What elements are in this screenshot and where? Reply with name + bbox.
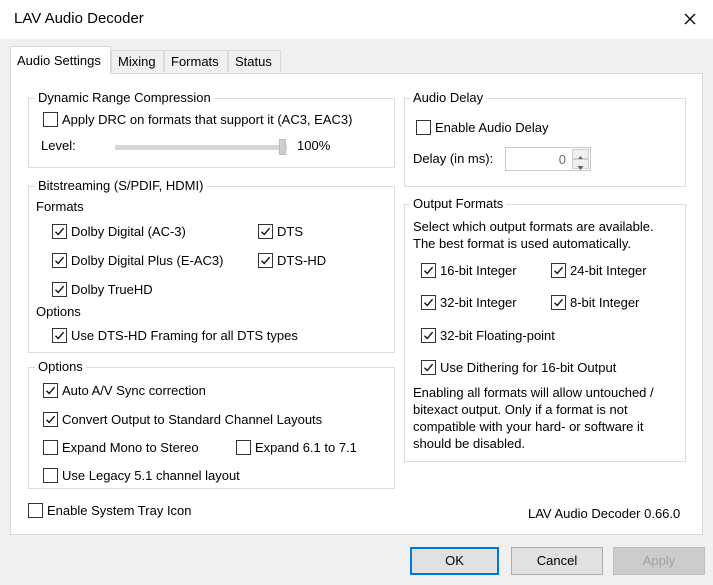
checkbox-box [43,440,58,455]
checkbox-box [421,328,436,343]
options-group-title: Options [35,359,86,374]
auto-av-sync-label: Auto A/V Sync correction [62,383,206,398]
output-formats-note-3: compatible with your hard- or software i… [413,419,644,434]
checkbox-box [43,412,58,427]
audio-delay-group [404,98,686,187]
8bit-integer-label: 8-bit Integer [570,295,640,310]
delay-spinbox[interactable]: 0 [505,147,591,171]
checkbox-box [43,468,58,483]
32bit-float-label: 32-bit Floating-point [440,328,555,343]
legacy-51-label: Use Legacy 5.1 channel layout [62,468,240,483]
16bit-integer-label: 16-bit Integer [440,263,517,278]
tab-mixing[interactable]: Mixing [111,50,164,72]
checkbox-box [258,253,273,268]
checkbox-box [551,263,566,278]
window-title: LAV Audio Decoder [14,10,144,27]
output-formats-note-4: should be disabled. [413,436,526,451]
delay-label: Delay (in ms): [413,151,494,166]
checkbox-box [416,120,431,135]
spin-down-button[interactable] [572,159,589,170]
ok-button[interactable]: OK [410,547,499,575]
32bit-integer-label: 32-bit Integer [440,295,517,310]
system-tray-label: Enable System Tray Icon [47,503,192,518]
expand-61-label: Expand 6.1 to 7.1 [255,440,357,455]
checkbox-box [43,112,58,127]
drc-level-slider[interactable] [115,145,287,150]
checkbox-box [551,295,566,310]
drc-level-label: Level: [41,138,76,153]
output-formats-group-title: Output Formats [410,196,507,211]
output-formats-note-1: Enabling all formats will allow untouche… [413,385,654,400]
dolby-truehd-label: Dolby TrueHD [71,282,153,297]
tab-audio-settings[interactable]: Audio Settings [10,46,111,74]
dolby-digital-label: Dolby Digital (AC-3) [71,224,186,239]
apply-drc-label: Apply DRC on formats that support it (AC… [62,112,353,127]
convert-output-label: Convert Output to Standard Channel Layou… [62,412,323,427]
dts-label: DTS [277,224,303,239]
apply-button[interactable]: Apply [613,547,705,575]
dithering-label: Use Dithering for 16-bit Output [440,360,617,375]
checkbox-box [421,295,436,310]
checkbox-box [52,328,67,343]
24bit-integer-label: 24-bit Integer [570,263,647,278]
bitstreaming-group-title: Bitstreaming (S/PDIF, HDMI) [35,178,207,193]
checkbox-box [236,440,251,455]
tab-status[interactable]: Status [228,50,281,72]
dts-hd-framing-label: Use DTS-HD Framing for all DTS types [71,328,298,343]
version-label: LAV Audio Decoder 0.66.0 [528,506,681,521]
delay-value: 0 [558,152,566,167]
checkbox-box [52,224,67,239]
checkbox-box [421,263,436,278]
title-bar: LAV Audio Decoder [0,0,713,39]
bitstreaming-formats-label: Formats [36,199,84,214]
drc-level-value: 100% [297,138,331,153]
output-formats-note-2: bitexact output. Only if a format is not [413,402,628,417]
checkbox-box [52,282,67,297]
output-formats-description-2: The best format is used automatically. [413,236,631,251]
drc-level-slider-thumb[interactable] [279,139,286,155]
checkbox-box [258,224,273,239]
expand-mono-label: Expand Mono to Stereo [62,440,199,455]
output-formats-description-1: Select which output formats are availabl… [413,219,654,234]
spin-up-button[interactable] [572,149,589,160]
tab-formats[interactable]: Formats [164,50,228,72]
enable-audio-delay-label: Enable Audio Delay [435,120,549,135]
cancel-button[interactable]: Cancel [511,547,603,575]
dolby-digital-plus-label: Dolby Digital Plus (E-AC3) [71,253,224,268]
audio-delay-group-title: Audio Delay [410,90,487,105]
dts-hd-label: DTS-HD [277,253,327,268]
bitstreaming-options-label: Options [36,304,81,319]
close-icon[interactable] [676,6,704,32]
drc-group [28,98,395,168]
checkbox-box [28,503,43,518]
drc-group-title: Dynamic Range Compression [35,90,214,105]
checkbox-box [421,360,436,375]
checkbox-box [52,253,67,268]
checkbox-box [43,383,58,398]
